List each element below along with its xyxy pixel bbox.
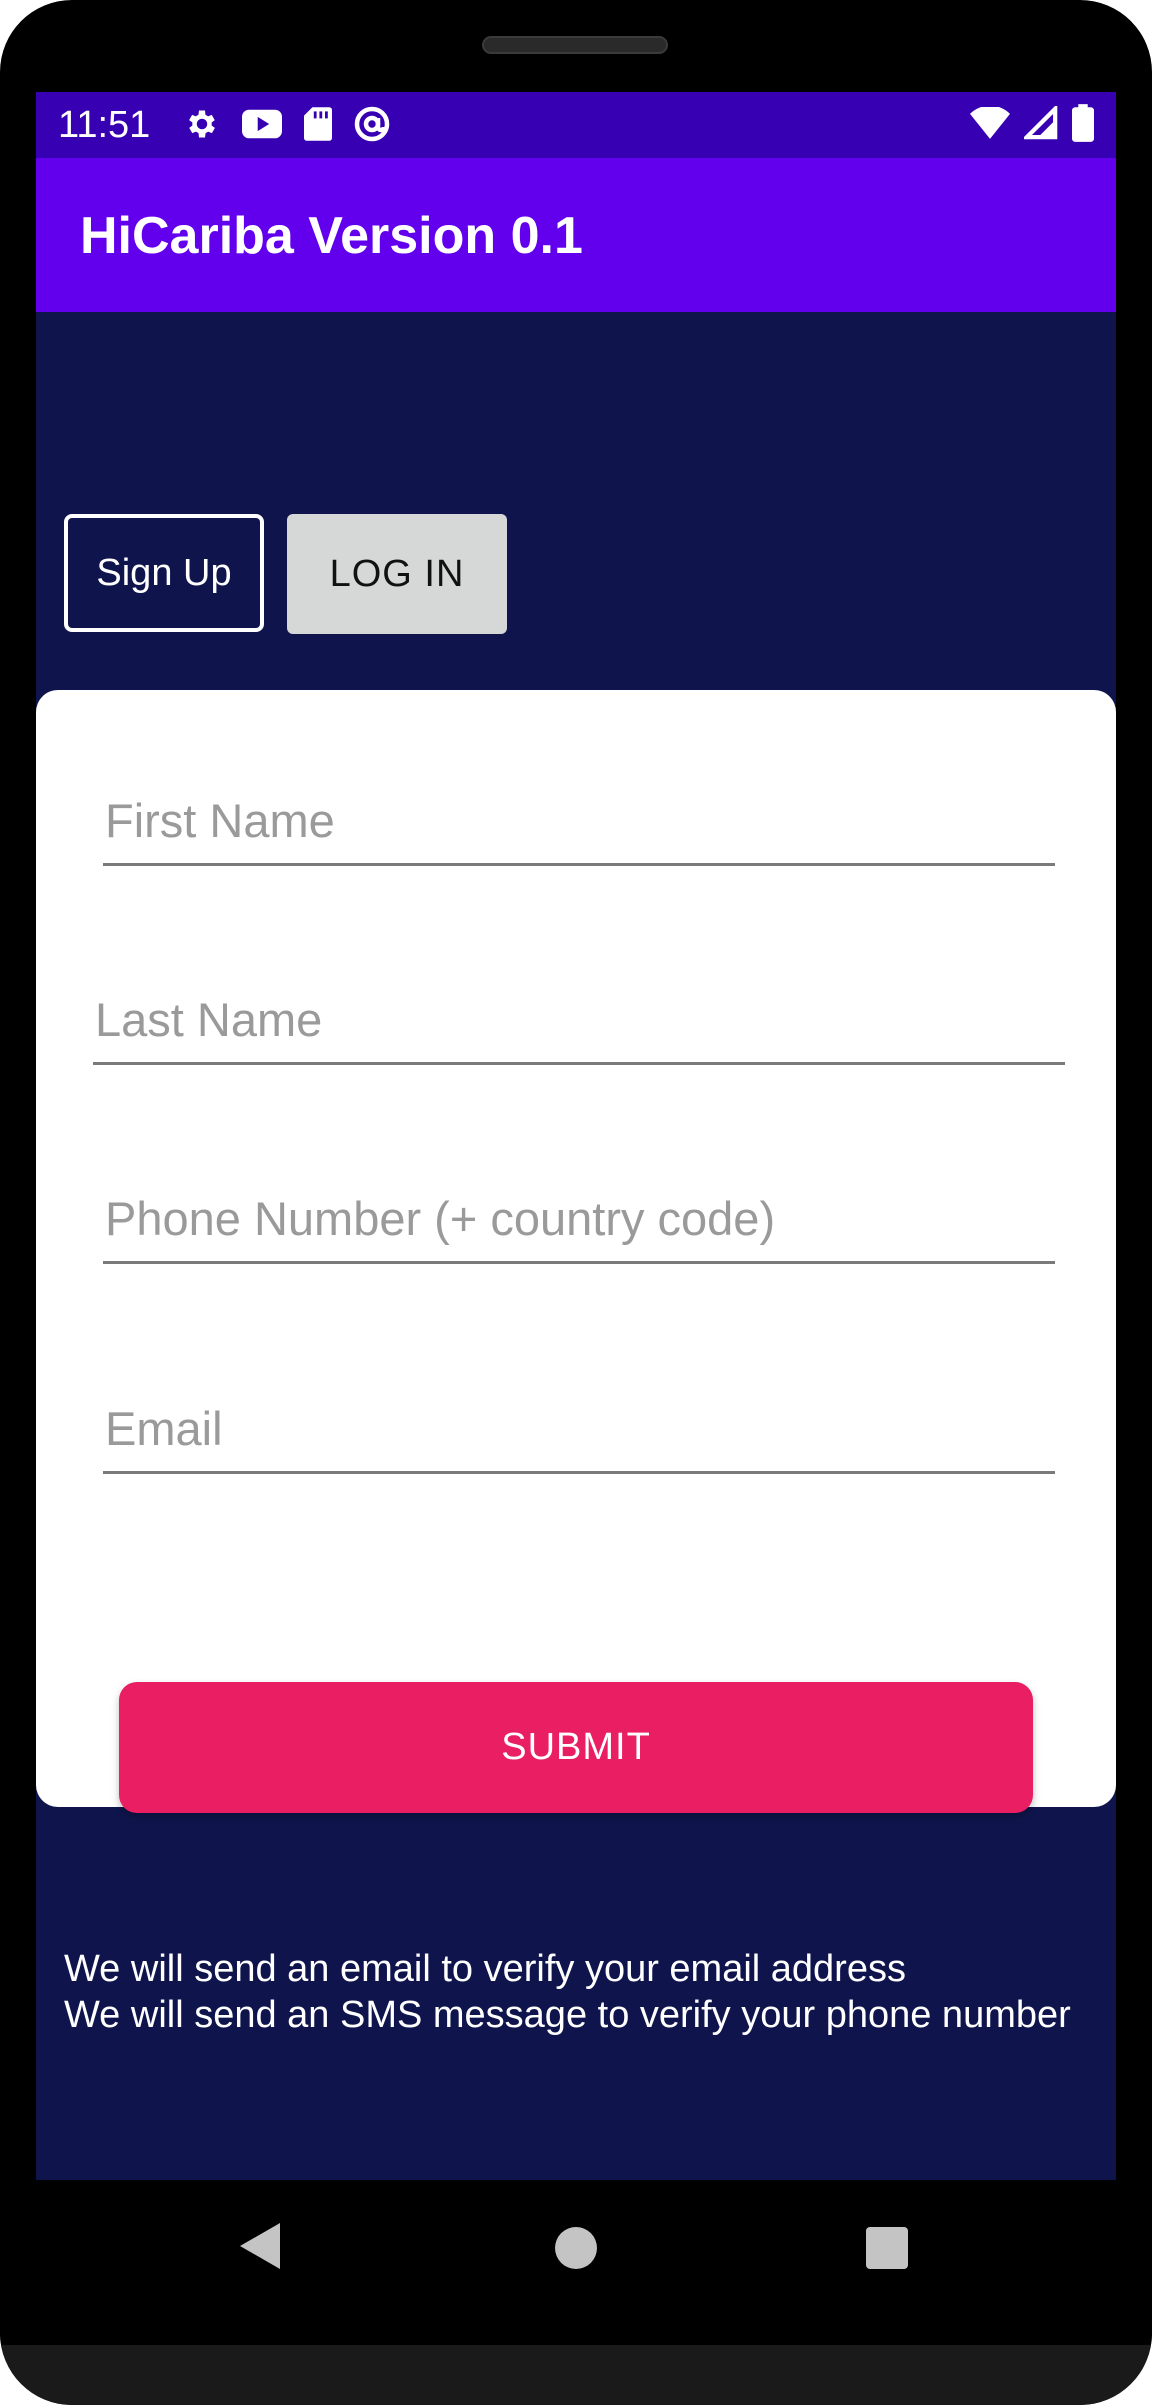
recents-icon[interactable] [866,2227,908,2269]
tab-log-in[interactable]: LOG IN [287,514,507,634]
battery-icon [1072,104,1094,142]
phone-speaker [482,36,668,54]
status-icons-left [184,106,390,142]
wifi-icon [970,107,1010,139]
email-field [103,1394,1055,1474]
last-name-field [93,985,1065,1065]
screen: 11:51 HiCariba Version 0.1 Sign Up LOG I… [36,92,1116,2180]
status-icons-right [970,104,1094,142]
last-name-input[interactable] [93,985,1065,1062]
app-bar: HiCariba Version 0.1 [36,158,1116,312]
email-input[interactable] [103,1394,1055,1471]
signup-form-card: SUBMIT [36,690,1116,1813]
email-verification-note: We will send an email to verify your ema… [64,1948,906,1990]
phone-bottom-edge [0,2345,1152,2405]
first-name-field [103,786,1055,866]
cell-signal-icon [1024,106,1058,140]
tab-sign-up[interactable]: Sign Up [64,514,264,632]
submit-button[interactable]: SUBMIT [119,1682,1033,1813]
sms-verification-note: We will send an SMS message to verify yo… [64,1994,1071,2036]
navigation-bar [0,2180,1152,2345]
status-bar: 11:51 [36,92,1116,158]
home-icon[interactable] [555,2227,597,2269]
first-name-input[interactable] [103,786,1055,863]
verification-notes: We will send an email to verify your ema… [64,1946,1071,2038]
app-title: HiCariba Version 0.1 [80,207,583,265]
youtube-icon [242,109,282,139]
gear-icon [184,106,220,142]
sd-card-icon [304,107,332,141]
phone-number-field [103,1184,1055,1264]
phone-frame: 11:51 HiCariba Version 0.1 Sign Up LOG I… [0,0,1152,2405]
phone-number-input[interactable] [103,1184,1055,1261]
back-icon[interactable] [240,2223,280,2274]
at-sign-icon [354,106,390,142]
status-time: 11:51 [58,104,151,146]
